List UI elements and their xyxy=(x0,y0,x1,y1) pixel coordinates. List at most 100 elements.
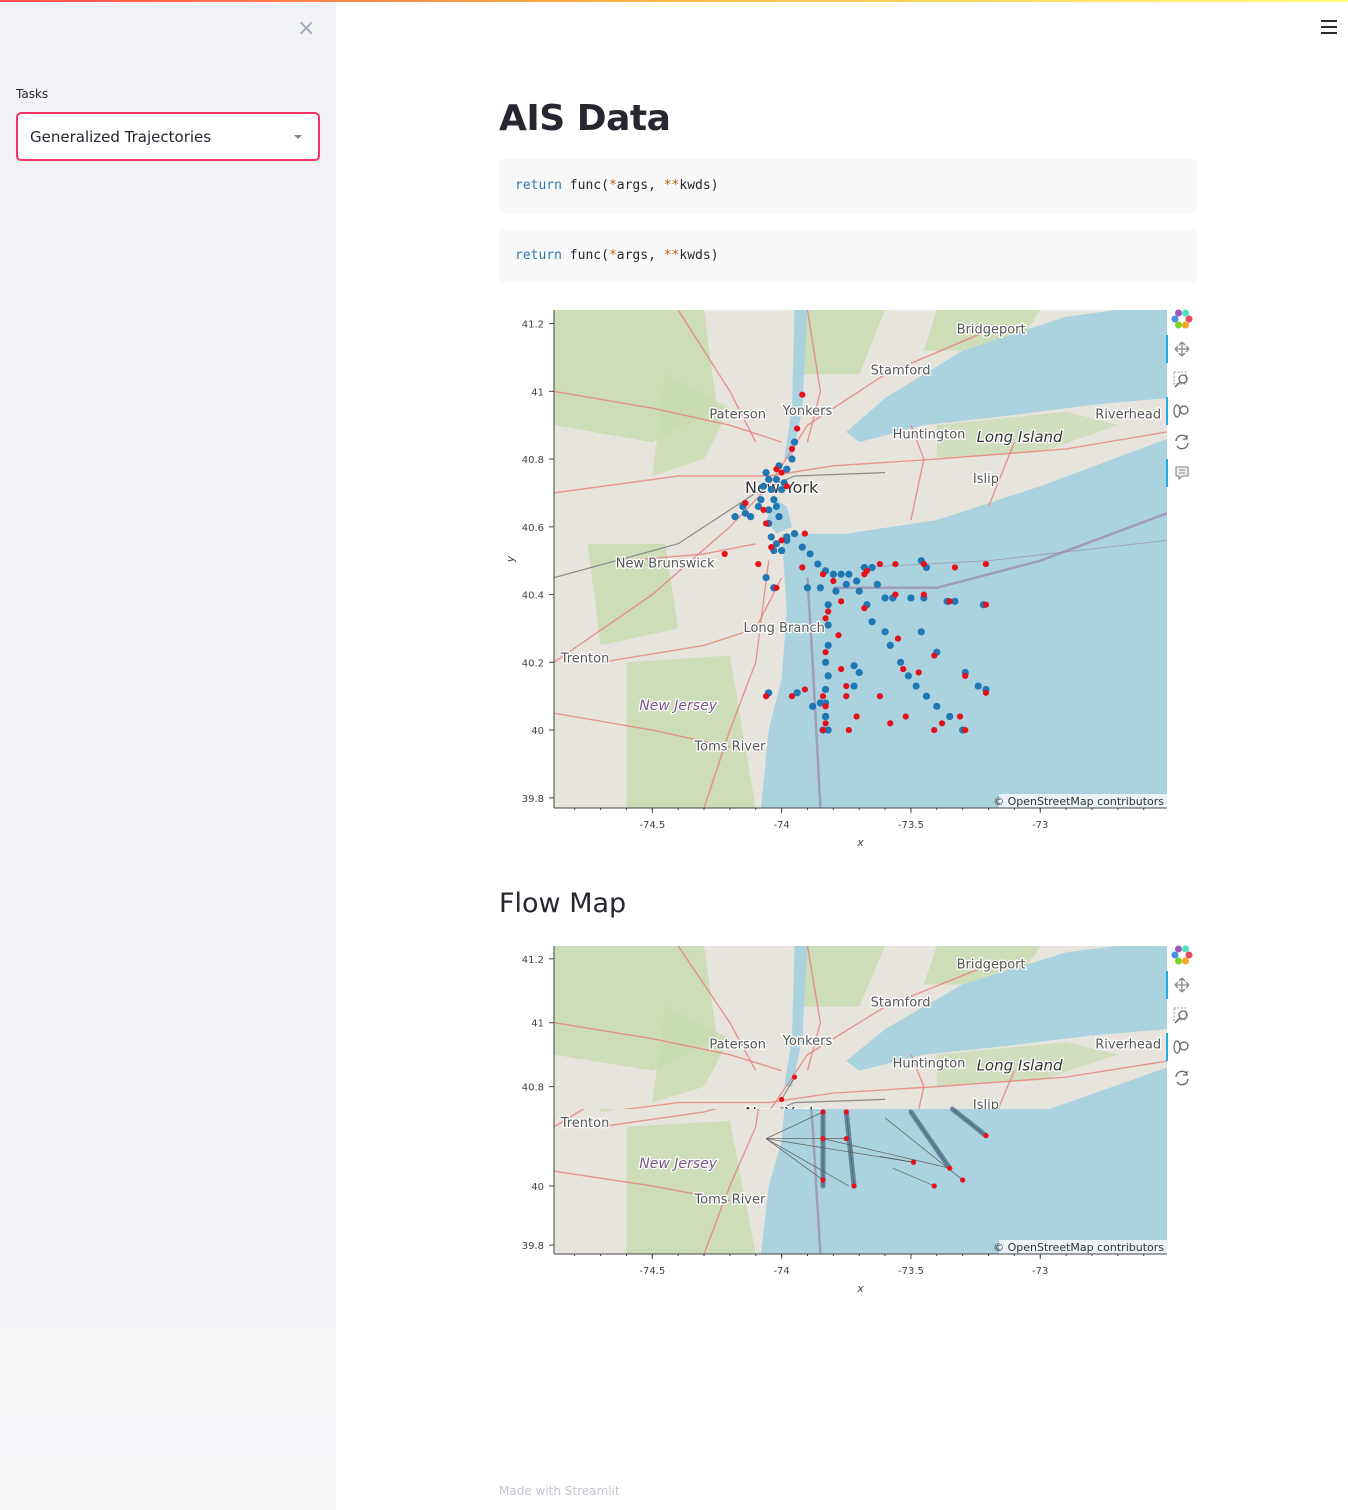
map2-x-tick-label: -73 xyxy=(1032,1266,1048,1277)
ais-point-blue xyxy=(821,658,830,666)
ais-point-blue xyxy=(832,587,840,595)
bokeh-logo-dot xyxy=(1182,945,1189,953)
ais-point-red xyxy=(861,571,868,578)
ais-point-red xyxy=(742,500,749,507)
flow-node xyxy=(820,1109,826,1115)
page-title: AIS Data xyxy=(499,98,671,139)
map1-y-tick-label: 40.8 xyxy=(522,455,544,466)
flow-node xyxy=(843,1135,849,1142)
ais-point-red xyxy=(938,720,946,727)
ais-point-blue xyxy=(829,570,837,578)
close-sidebar-icon[interactable]: × xyxy=(297,18,315,40)
map-label-new-jersey: New Jersey xyxy=(639,1156,717,1172)
ais-point-red xyxy=(838,598,845,605)
map2-y-tick-label: 39.8 xyxy=(522,1241,544,1252)
ais-point-blue xyxy=(772,475,781,483)
ais-point-blue xyxy=(850,682,858,690)
map1-toolbar[interactable] xyxy=(1166,309,1193,487)
ais-point-red xyxy=(762,520,770,527)
map2-y-tick-label: 41.2 xyxy=(522,955,544,966)
map-label-yonkers: Yonkers xyxy=(782,404,833,419)
code-block-1: return func(*args, **kwds) xyxy=(499,159,1197,213)
ais-point-red xyxy=(773,584,780,591)
box-zoom-icon[interactable] xyxy=(1173,371,1188,388)
ais-point-blue xyxy=(946,712,954,721)
ais-point-blue xyxy=(881,628,889,636)
ais-point-red xyxy=(762,693,770,700)
map1-y-tick-label: 40.2 xyxy=(522,658,544,669)
ais-point-blue xyxy=(772,502,781,511)
map1-y-tick-label: 40 xyxy=(531,726,544,737)
map2-x-tick-label: -74 xyxy=(773,1266,789,1277)
map1-y-tick-label: 41.2 xyxy=(522,320,544,331)
reset-icon[interactable] xyxy=(1175,1070,1189,1086)
ais-point-red xyxy=(721,550,728,558)
flow-node xyxy=(960,1177,966,1183)
wheel-zoom-icon[interactable] xyxy=(1166,1033,1189,1061)
ais-point-red xyxy=(892,591,899,598)
ais-point-red xyxy=(788,693,796,700)
ais-point-red xyxy=(760,506,767,513)
map2-x-axis-label: x xyxy=(856,1282,864,1295)
map2-y-tick-label: 41 xyxy=(531,1019,544,1030)
ais-point-red xyxy=(946,598,953,605)
tasks-select[interactable]: Generalized Trajectories xyxy=(16,112,320,161)
map1-attribution: © OpenStreetMap contributors xyxy=(993,795,1164,808)
map-label-trenton: Trenton xyxy=(560,1116,610,1131)
ais-point-red xyxy=(843,693,850,700)
flow-map[interactable]: Bridgeport Stamford Paterson Yonkers Riverhe… xyxy=(499,942,1199,1297)
map1-x-axis-label: x xyxy=(856,836,864,849)
pan-glyph xyxy=(1174,341,1190,357)
hamburger-menu-icon[interactable] xyxy=(1321,20,1337,36)
ais-point-blue xyxy=(821,712,830,721)
bokeh-logo-icon xyxy=(1171,945,1193,965)
map1-x-tick-label: -73 xyxy=(1032,820,1048,831)
ais-point-red xyxy=(887,720,894,727)
ais-point-blue xyxy=(765,475,773,483)
code-block-2: return func(*args, **kwds) xyxy=(499,229,1197,283)
ais-point-red xyxy=(778,537,785,544)
map-label-bridgeport: Bridgeport xyxy=(957,323,1026,338)
wheel-zoom-icon[interactable] xyxy=(1166,397,1189,425)
map-label-riverhead: Riverhead xyxy=(1095,407,1161,422)
bokeh-logo-dot xyxy=(1175,321,1182,329)
wheel-glyph xyxy=(1173,1040,1181,1054)
hover-icon[interactable] xyxy=(1166,459,1189,487)
ais-point-red xyxy=(801,530,808,537)
bokeh-logo-dot xyxy=(1185,315,1193,323)
bokeh-logo-dot xyxy=(1182,309,1189,317)
map-label-new-jersey: New Jersey xyxy=(639,698,717,714)
ais-point-blue xyxy=(746,513,755,521)
ais-point-red xyxy=(822,649,829,656)
map-label-new-brunswick: New Brunswick xyxy=(616,556,715,571)
bokeh-logo-dot xyxy=(1185,951,1193,959)
active-tool-indicator xyxy=(1166,1033,1168,1061)
ais-scatter-map[interactable]: Bridgeport Stamford Paterson Yonkers Riverhe… xyxy=(499,306,1199,856)
ais-point-blue xyxy=(731,513,739,521)
ais-point-blue xyxy=(837,570,845,578)
map2-toolbar[interactable] xyxy=(1166,945,1193,1086)
map-label-paterson: Paterson xyxy=(709,407,766,422)
active-tool-indicator xyxy=(1166,335,1168,363)
ais-point-red xyxy=(982,560,990,568)
ais-point-blue xyxy=(886,641,894,649)
map-label-toms-river: Toms River xyxy=(693,739,766,754)
map-label-riverhead: Riverhead xyxy=(1095,1037,1161,1052)
box-zoom-icon[interactable] xyxy=(1173,1007,1188,1024)
active-tool-indicator xyxy=(1166,971,1168,999)
chevron-down-icon xyxy=(294,135,302,139)
map2-x-tick-label: -73.5 xyxy=(898,1266,924,1277)
ais-point-blue xyxy=(853,577,861,585)
map2-y-tick-label: 40 xyxy=(531,1182,544,1193)
ais-point-red xyxy=(956,713,964,720)
ais-point-blue xyxy=(809,702,817,710)
pan-icon[interactable] xyxy=(1166,971,1190,999)
ais-point-blue xyxy=(933,702,941,710)
reset-icon[interactable] xyxy=(1175,434,1189,450)
ais-point-blue xyxy=(790,529,799,538)
footer-made-with-streamlit[interactable]: Made with Streamlit xyxy=(499,1484,620,1498)
pan-icon[interactable] xyxy=(1166,335,1190,363)
ais-point-red xyxy=(830,577,837,585)
flow-node xyxy=(851,1183,857,1189)
ais-point-blue xyxy=(757,496,765,504)
